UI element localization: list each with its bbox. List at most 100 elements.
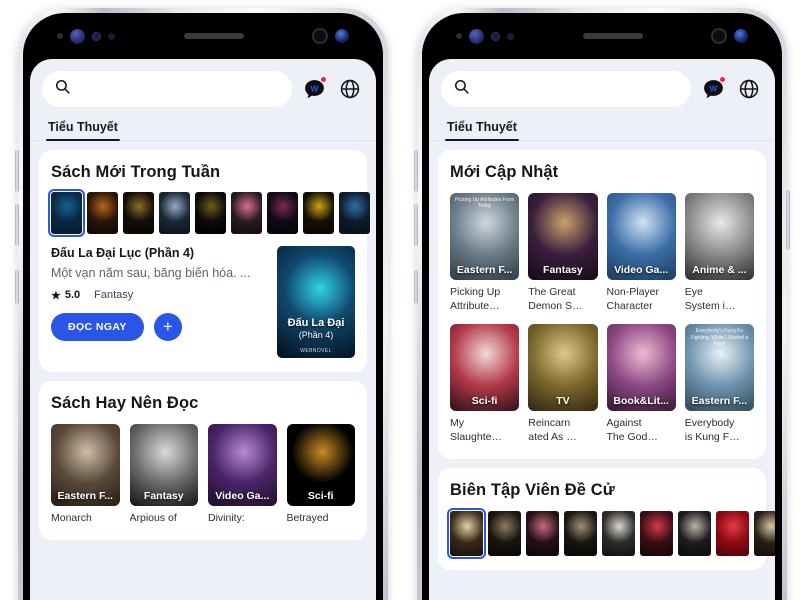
thumbnail-item[interactable] [678, 510, 711, 556]
book-row[interactable]: Eastern F... Monarch Fantasy Arpious of Vide… [51, 424, 355, 526]
book-card[interactable]: TV Reincarn ated As … [528, 324, 598, 444]
thumbnail-item[interactable] [716, 510, 749, 556]
genre-badge: Eastern F... [57, 490, 113, 502]
featured-cover-image[interactable]: Đấu La Đại (Phần 4) WEBNOVEL [277, 246, 355, 358]
chat-bubble-w-icon[interactable]: W [300, 75, 328, 103]
search-bar[interactable] [42, 71, 292, 107]
featured-book: Đấu La Đại Lục (Phần 4) Một vạn năm sau,… [51, 246, 355, 358]
app-screen-left: W Tiểu Thuyết Sách Mới Trong Tuần Đấu La… [30, 59, 376, 600]
power-button[interactable] [786, 190, 790, 250]
read-now-button[interactable]: ĐỌC NGAY [51, 312, 144, 341]
search-input[interactable] [71, 82, 280, 96]
chat-bubble-w-icon[interactable]: W [699, 75, 727, 103]
volume-down-button[interactable] [414, 204, 418, 246]
thumbnail-item[interactable] [303, 192, 334, 234]
genre-badge: Anime & ... [692, 264, 747, 276]
book-card[interactable]: Video Ga... Divinity: [208, 424, 277, 526]
thumbnail-item[interactable] [640, 510, 673, 556]
volume-up-button[interactable] [15, 150, 19, 192]
svg-text:W: W [310, 83, 318, 93]
book-card[interactable]: Everybody's Kung Fu Fighting, While I St… [684, 324, 754, 444]
thumbnail-item[interactable] [159, 192, 190, 234]
book-cover-image: Eastern F... [51, 424, 120, 506]
volume-down-button[interactable] [15, 204, 19, 246]
book-title: Non-Player Character [606, 286, 660, 312]
assistant-button[interactable] [414, 270, 418, 304]
thumbnail-item[interactable] [447, 507, 486, 559]
search-input[interactable] [470, 82, 679, 96]
genre-label: Fantasy [94, 289, 134, 302]
webnovel-logo: WEBNOVEL [300, 348, 332, 354]
front-camera-icon [734, 29, 748, 43]
globe-icon[interactable] [735, 75, 763, 103]
ir-sensor-icon [108, 32, 115, 40]
book-card[interactable]: Anime & ... Eye System i… [684, 193, 754, 313]
book-title: Reincarn ated As … [528, 417, 577, 443]
featured-meta: ★ 5.0 Fantasy [51, 289, 267, 302]
genre-badge: Video Ga... [215, 490, 270, 502]
section-title: Sách Hay Nên Đọc [51, 394, 199, 412]
book-card[interactable]: Eastern F... Monarch [51, 424, 120, 526]
thumbnail-item[interactable] [564, 510, 597, 556]
thumbnail-item[interactable] [231, 192, 262, 234]
section-new-books-this-week: Sách Mới Trong Tuần Đấu La Đại Lục (Phần… [39, 150, 370, 372]
globe-icon[interactable] [336, 75, 364, 103]
featured-title: Đấu La Đại Lục (Phần 4) [51, 246, 195, 260]
book-card[interactable]: Fantasy The Great Demon S… [528, 193, 598, 313]
featured-description: Một vạn năm sau, băng biến hóa. ... [51, 266, 251, 280]
thumbnail-strip[interactable] [48, 189, 370, 237]
genre-badge: Eastern F... [691, 395, 748, 408]
featured-cover-title: Đấu La Đại (Phần 4) [287, 316, 345, 341]
phone-device-right: W Tiểu Thuyết Mới Cập Nhật Picking Up At… [414, 8, 790, 600]
notification-badge [719, 76, 726, 83]
book-cover-image: Anime & ... [684, 193, 754, 280]
book-card[interactable]: Picking Up Attributes From Today Eastern … [450, 193, 520, 313]
assistant-button[interactable] [15, 270, 19, 304]
content-scroll-right[interactable]: Mới Cập Nhật Picking Up Attributes From … [429, 141, 775, 600]
camera-ring-icon [312, 28, 328, 44]
thumbnail-item[interactable] [526, 510, 559, 556]
svg-text:W: W [709, 83, 717, 93]
thumbnail-item[interactable] [754, 510, 775, 556]
book-card[interactable]: Sci-fi Betrayed [286, 424, 355, 526]
book-card[interactable]: Sci-fi My Slaughte… [450, 324, 520, 444]
book-title: Betrayed [286, 512, 329, 524]
proximity-sensor-icon [57, 33, 63, 39]
book-title: The Great Demon S… [528, 286, 583, 312]
earpiece-speaker-icon [183, 33, 244, 39]
app-top-bar: W [429, 59, 775, 107]
tab-tieu-thuyet[interactable]: Tiểu Thuyết [445, 113, 519, 141]
app-top-bar: W [30, 59, 376, 107]
add-to-library-button[interactable]: + [153, 312, 182, 341]
book-title: Picking Up Attribute… [450, 286, 501, 312]
rating-group: ★ 5.0 [51, 289, 80, 302]
book-title: Divinity: [208, 512, 245, 524]
earpiece-speaker-icon [582, 33, 643, 39]
thumbnail-item[interactable] [87, 192, 118, 234]
book-card[interactable]: Book&Lit... Against The God… [606, 324, 676, 444]
thumbnail-item[interactable] [267, 192, 298, 234]
genre-badge: Video Ga... [614, 264, 669, 276]
thumbnail-strip[interactable] [447, 507, 775, 559]
thumbnail-item[interactable] [602, 510, 635, 556]
thumbnail-item[interactable] [48, 189, 85, 237]
thumbnail-item[interactable] [123, 192, 154, 234]
thumbnail-item[interactable] [339, 192, 370, 234]
volume-up-button[interactable] [414, 150, 418, 192]
thumbnail-item[interactable] [488, 510, 521, 556]
tab-tieu-thuyet[interactable]: Tiểu Thuyết [46, 113, 120, 141]
book-title: Monarch [51, 512, 92, 524]
phone-bezel: W Tiểu Thuyết [422, 13, 782, 600]
book-card[interactable]: Video Ga... Non-Player Character [606, 193, 676, 313]
book-grid[interactable]: Picking Up Attributes From Today Eastern … [450, 193, 754, 445]
front-camera-icon [335, 29, 349, 43]
book-title: Eye System i… [684, 286, 736, 312]
search-bar[interactable] [441, 71, 691, 107]
book-card[interactable]: Fantasy Arpious of [129, 424, 198, 526]
proximity-sensor-icon [456, 33, 462, 39]
genre-badge: Fantasy [143, 490, 184, 502]
content-scroll-left[interactable]: Sách Mới Trong Tuần Đấu La Đại Lục (Phần… [30, 141, 376, 600]
thumbnail-item[interactable] [195, 192, 226, 234]
search-icon [54, 78, 71, 100]
cover-top-text: Picking Up Attributes From Today [455, 197, 515, 210]
